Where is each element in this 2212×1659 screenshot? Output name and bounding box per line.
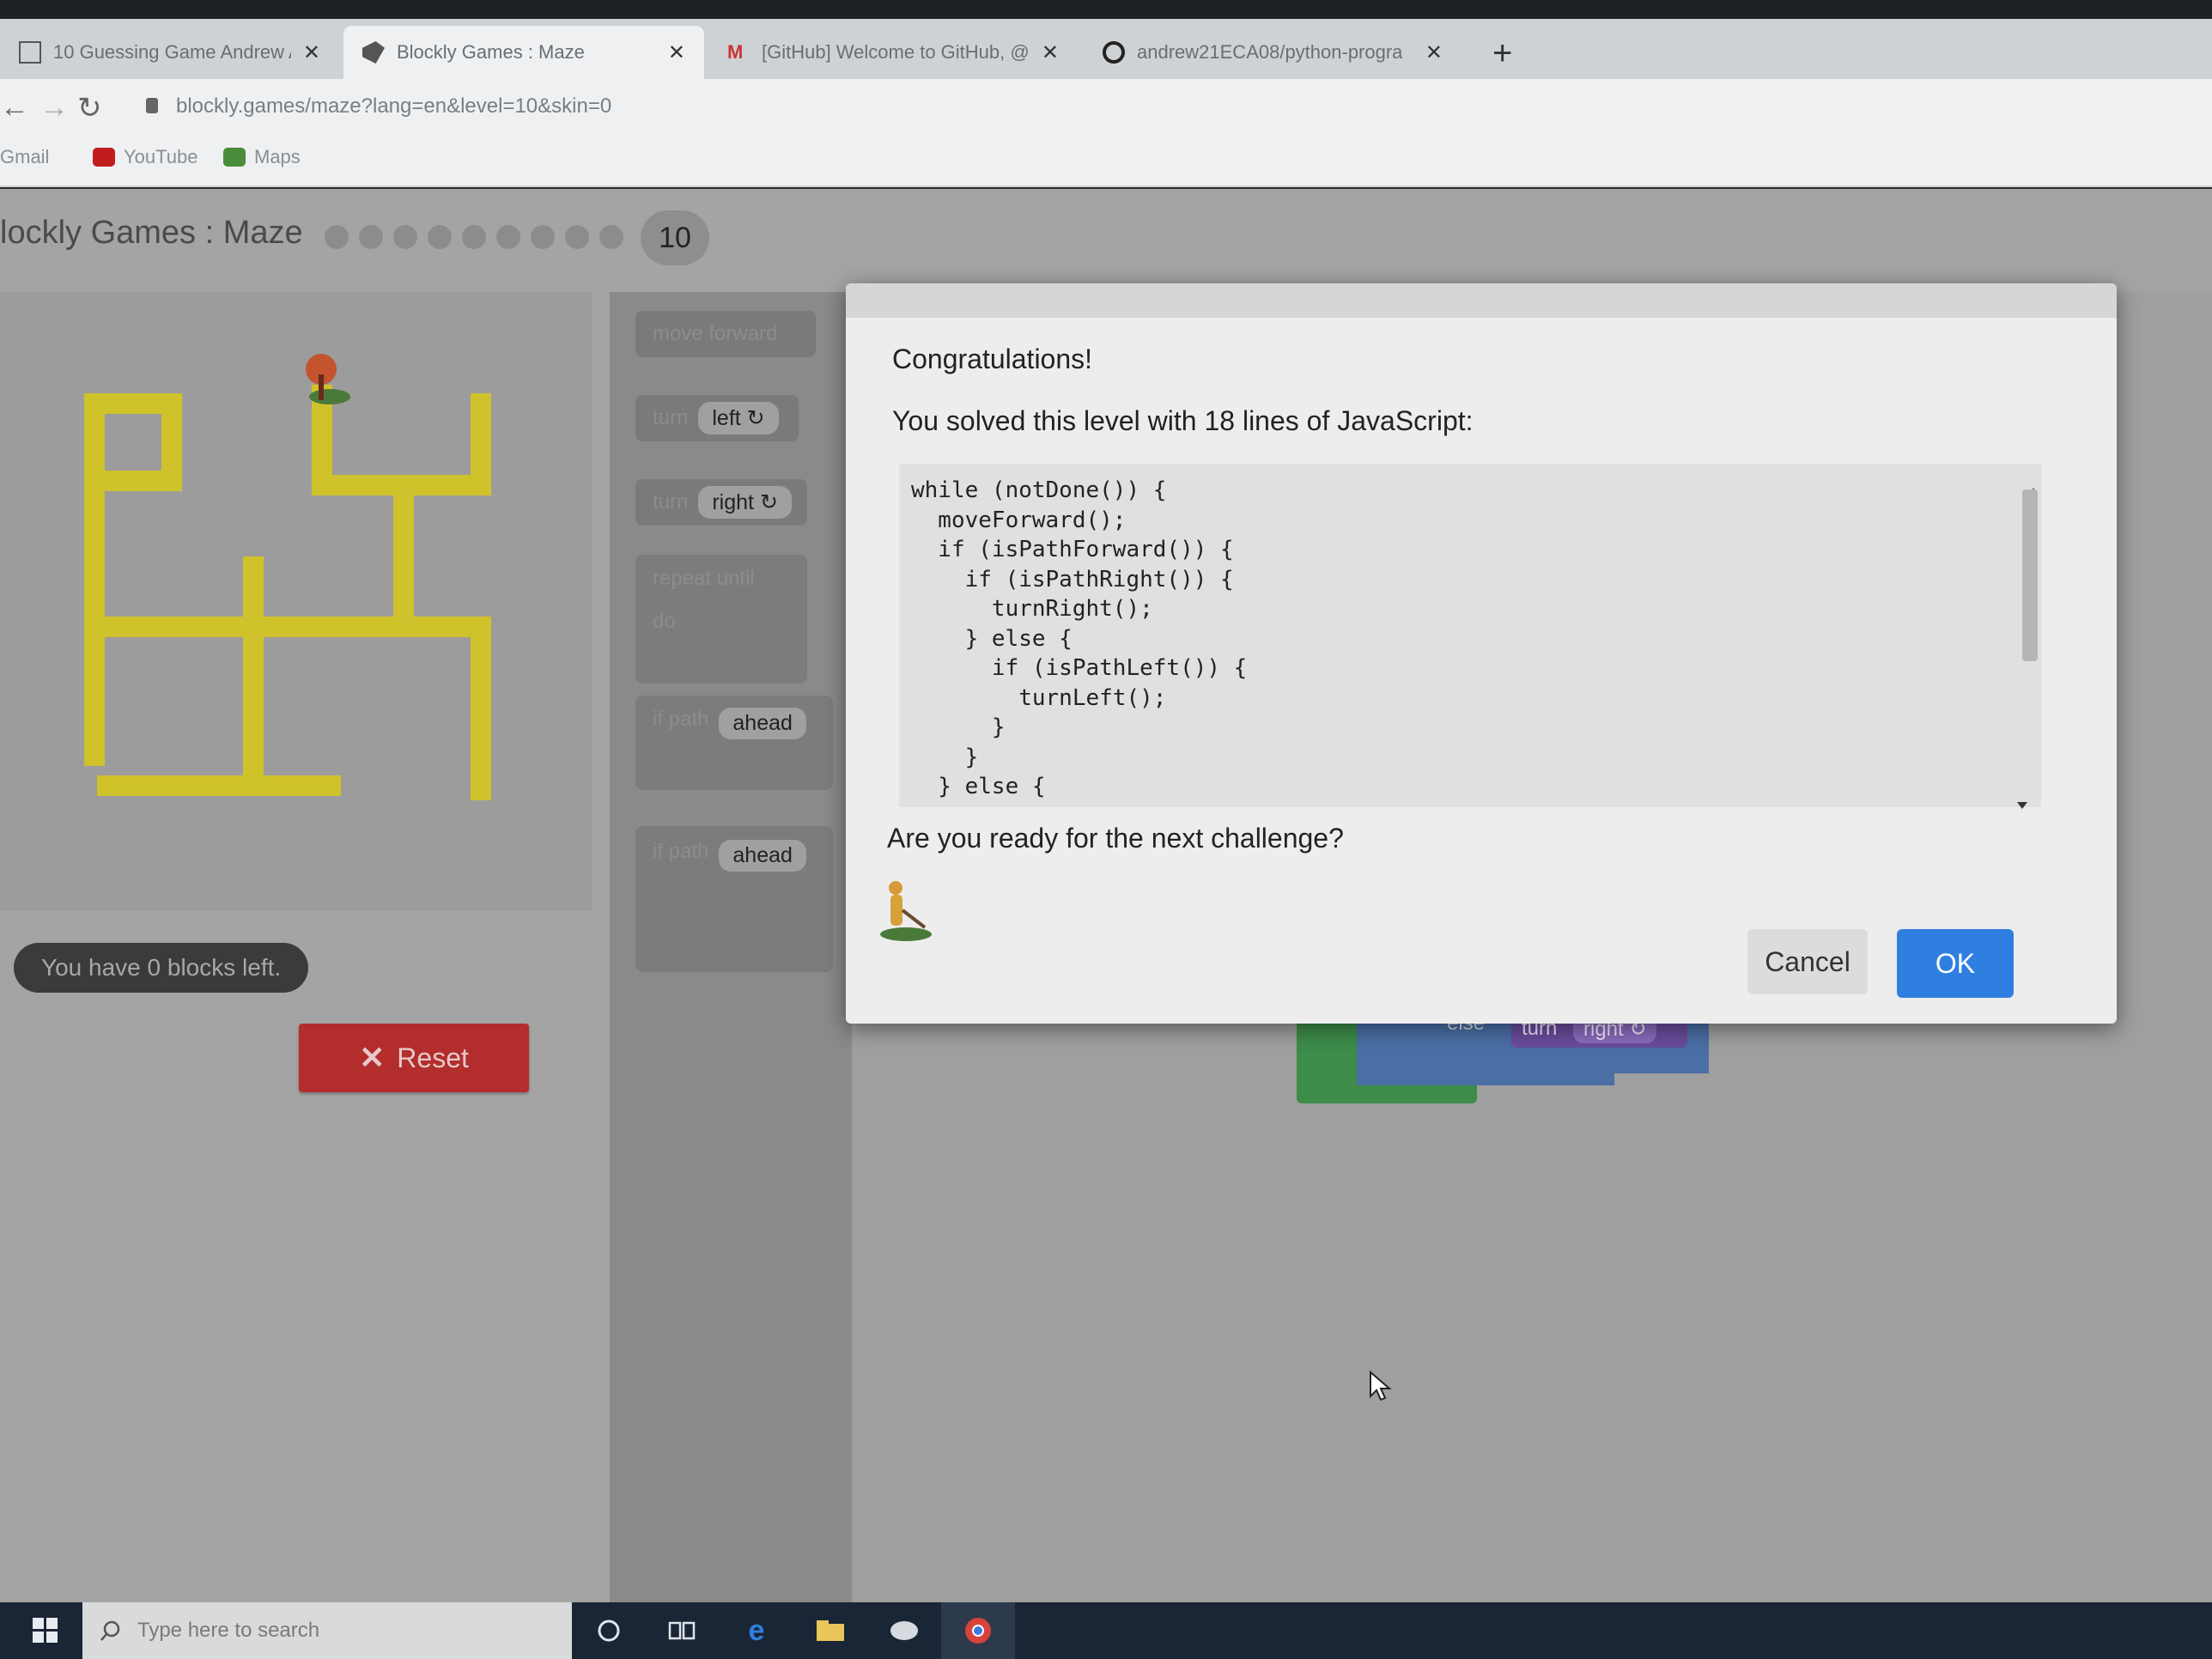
youtube-icon [93,148,115,167]
if-path-block[interactable]: if path ahead [635,696,833,790]
direction-dropdown[interactable]: right ↻ [698,486,792,519]
windows-start-button[interactable] [9,1602,82,1659]
scroll-down-icon[interactable] [2017,802,2027,809]
goal-marker-icon [306,354,350,404]
app-icon[interactable] [867,1602,941,1659]
turn-right-block[interactable]: turn right ↻ [635,479,807,526]
document-icon [19,41,41,64]
blockly-icon [362,41,385,64]
bookmark-gmail[interactable]: Gmail [0,146,49,168]
address-bar: ← → ↻ blockly.games/maze?lang=en&level=1… [0,79,2212,139]
block-toolbox: move forward turn left ↻ turn right ↻ re… [610,292,852,1614]
maze-path [84,385,491,800]
level-8-dot[interactable] [565,225,589,249]
page-title: lockly Games : Maze [0,215,303,251]
level-4-dot[interactable] [428,225,452,249]
file-explorer-icon[interactable] [793,1602,867,1659]
turn-left-block[interactable]: turn left ↻ [635,395,799,441]
congratulations-dialog: Congratulations! You solved this level w… [846,283,2117,1024]
if-else-block-foot [1357,1068,1614,1085]
bookmark-youtube[interactable]: YouTube [93,146,198,168]
pegman-icon [880,881,932,941]
close-icon[interactable]: ✕ [303,40,320,65]
level-7-dot[interactable] [531,225,555,249]
tab-github-welcome[interactable]: M [GitHub] Welcome to GitHub, @ ✕ [708,26,1078,79]
tab-blockly-maze[interactable]: Blockly Games : Maze ✕ [343,26,704,79]
level-1-dot[interactable] [325,225,349,249]
direction-dropdown[interactable]: left ↻ [698,402,779,434]
chrome-icon[interactable] [941,1602,1015,1659]
close-icon[interactable]: ✕ [1425,40,1443,65]
reload-icon[interactable]: ↻ [77,91,102,125]
level-2-dot[interactable] [359,225,383,249]
cortana-icon[interactable] [572,1602,646,1659]
maps-icon [223,148,246,167]
url-field[interactable]: blockly.games/maze?lang=en&level=10&skin… [176,94,611,118]
dialog-title: Congratulations! [892,343,1093,374]
lock-icon [146,98,158,113]
task-view-icon[interactable] [646,1602,720,1659]
forward-icon[interactable]: → [40,91,69,125]
back-icon[interactable]: ← [0,91,29,125]
code-output-box[interactable]: while (notDone()) { moveForward(); if (i… [899,464,2041,807]
level-6-dot[interactable] [496,225,520,249]
maze-path-segment [84,393,182,766]
repeat-until-block[interactable]: repeat until do [635,555,807,684]
dialog-header [846,283,2117,318]
close-icon[interactable]: ✕ [1042,40,1059,65]
bookmark-maps[interactable]: Maps [223,146,301,168]
close-icon[interactable]: ✕ [668,40,685,65]
github-icon [1103,41,1125,64]
if-else-path-block[interactable]: if path ahead [635,826,833,972]
move-forward-block[interactable]: move forward [635,311,816,357]
reset-button[interactable]: ✕ Reset [299,1024,529,1092]
maze-display: You have 0 blocks left. ✕ Reset [0,292,592,1092]
level-3-dot[interactable] [393,225,417,249]
cancel-button[interactable]: Cancel [1747,929,1868,994]
bookmarks-bar: Gmail YouTube Maps [0,139,2212,187]
javascript-code: while (notDone()) { moveForward(); if (i… [911,477,1248,799]
search-icon [100,1620,120,1641]
ok-button[interactable]: OK [1897,929,2014,998]
windows-logo-icon [33,1618,58,1643]
close-icon: ✕ [359,1040,386,1075]
tab-guessing-game[interactable]: 10 Guessing Game Andrew Ab ✕ [0,26,339,79]
new-tab-button[interactable]: + [1492,34,1512,73]
level-9-dot[interactable] [599,225,623,249]
dialog-question: Are you ready for the next challenge? [887,823,1344,854]
level-5-dot[interactable] [462,225,486,249]
window-top-strip [0,0,2212,19]
path-dropdown[interactable]: ahead [719,840,806,872]
path-dropdown[interactable]: ahead [719,708,806,739]
gmail-icon: M [727,41,744,63]
edge-browser-icon[interactable]: e [720,1602,793,1659]
mouse-cursor-icon [1370,1370,1392,1401]
windows-taskbar: Type here to search e [0,1602,2212,1659]
browser-tab-bar: 10 Guessing Game Andrew Ab ✕ Blockly Gam… [0,0,2212,79]
maze-path-segment [312,385,491,495]
taskbar-search-input[interactable]: Type here to search [82,1602,572,1659]
code-scrollbar[interactable] [2022,489,2038,661]
tab-github-repo[interactable]: andrew21ECA08/python-progra ✕ [1084,26,1462,79]
blocks-left-status: You have 0 blocks left. [14,943,309,993]
dialog-message: You solved this level with 18 lines of J… [892,405,1474,436]
maze-map [84,354,491,800]
current-level-badge[interactable]: 10 [641,210,709,265]
